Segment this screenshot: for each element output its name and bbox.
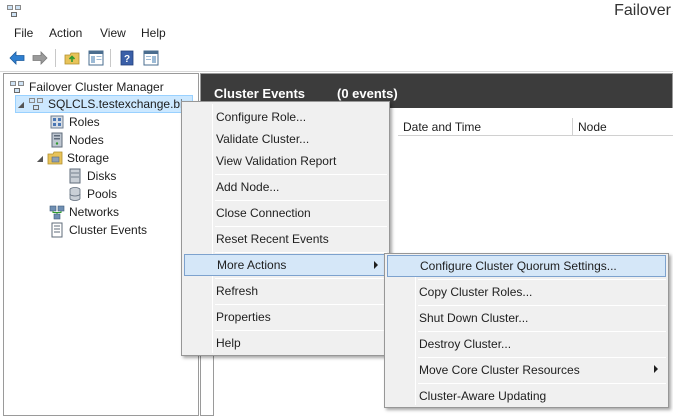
menu-separator [215,174,387,175]
menu-item-configure-quorum[interactable]: Configure Cluster Quorum Settings... [387,255,666,277]
menu-item-cluster-aware-updating[interactable]: Cluster-Aware Updating [387,385,666,407]
tree-item-label: Cluster Events [69,223,148,237]
storage-folder-icon [47,151,63,165]
window-title: Failover [614,2,671,19]
roles-icon [50,115,64,129]
title-bar: Failover [0,0,673,24]
forward-icon [32,51,48,65]
column-header-node[interactable]: Node [573,118,673,136]
toolbar-separator [110,49,111,67]
collapse-arrow-icon[interactable]: ◢ [16,100,26,109]
tree-item-nodes[interactable]: Nodes [49,131,104,149]
tree-item-failover-cluster-manager[interactable]: Failover Cluster Manager [9,78,164,96]
menu-item-label: Move Core Cluster Resources [419,363,580,377]
forward-button[interactable] [30,48,50,68]
collapse-arrow-icon[interactable]: ◢ [35,154,45,163]
menu-separator [418,331,666,332]
menu-file[interactable]: File [14,26,33,40]
menu-separator [215,252,387,253]
tree-item-label: Storage [67,151,110,165]
toolbar: ? [0,44,673,72]
menu-separator [215,200,387,201]
menu-item-view-validation-report[interactable]: View Validation Report [184,150,387,172]
menu-bar: File Action View Help [0,24,673,44]
back-button[interactable] [7,48,27,68]
tree-item-cluster[interactable]: ◢ SQLCLS.testexchange.biz [15,95,193,113]
cluster-events-icon [51,222,63,238]
menu-item-shut-down-cluster[interactable]: Shut Down Cluster... [387,307,666,329]
pane-title: Cluster Events [214,86,306,101]
menu-gutter [415,256,416,405]
menu-item-refresh[interactable]: Refresh [184,280,387,302]
tree-item-networks[interactable]: Networks [49,203,119,221]
menu-separator [418,357,666,358]
submenu-arrow-icon [654,365,658,373]
tree-item-label: Pools [87,187,118,201]
navigation-tree: Failover Cluster Manager ◢ SQLCLS.testex… [3,73,199,416]
disks-icon [69,168,81,184]
help-icon: ? [120,50,134,66]
menu-help[interactable]: Help [141,26,166,40]
networks-icon [49,205,65,220]
event-count: (0 events) [337,86,398,101]
failover-cluster-manager-icon [10,81,24,93]
menu-item-configure-role[interactable]: Configure Role... [184,106,387,128]
pools-icon [69,187,81,201]
cluster-icon [29,98,43,110]
menu-item-copy-cluster-roles[interactable]: Copy Cluster Roles... [387,281,666,303]
menu-item-help[interactable]: Help [184,332,387,354]
menu-item-more-actions[interactable]: More Actions [184,254,387,276]
tree-item-label: Nodes [69,133,104,147]
menu-item-reset-recent-events[interactable]: Reset Recent Events [184,228,387,250]
tree-item-storage[interactable]: ◢ Storage [35,149,109,167]
show-hide-tree-button[interactable] [86,48,106,68]
menu-action[interactable]: Action [49,26,82,40]
menu-item-destroy-cluster[interactable]: Destroy Cluster... [387,333,666,355]
menu-item-move-core-cluster-resources[interactable]: Move Core Cluster Resources [387,359,666,381]
show-hide-action-pane-button[interactable] [141,48,161,68]
tree-item-label: Disks [87,169,117,183]
menu-separator [215,330,387,331]
up-folder-icon [64,52,80,65]
menu-item-add-node[interactable]: Add Node... [184,176,387,198]
tree-item-disks[interactable]: Disks [67,167,116,185]
up-one-level-button[interactable] [62,48,82,68]
menu-view[interactable]: View [100,26,126,40]
menu-item-label: More Actions [217,258,287,272]
tree-item-label: SQLCLS.testexchange.biz [48,97,189,111]
submenu-arrow-icon [374,261,378,269]
failover-cluster-app-icon[interactable] [6,4,22,19]
svg-text:?: ? [124,54,130,65]
menu-separator [215,226,387,227]
menu-item-close-connection[interactable]: Close Connection [184,202,387,224]
menu-separator [215,278,387,279]
back-icon [9,51,25,65]
help-button[interactable]: ? [117,48,137,68]
menu-separator [418,383,666,384]
menu-item-validate-cluster[interactable]: Validate Cluster... [184,128,387,150]
tree-item-pools[interactable]: Pools [67,185,117,203]
nodes-icon [51,132,63,148]
context-menu: Configure Role... Validate Cluster... Vi… [181,101,390,356]
show-hide-action-pane-icon [143,50,159,66]
tree-item-label: Failover Cluster Manager [29,80,164,94]
menu-separator [215,304,387,305]
more-actions-submenu: Configure Cluster Quorum Settings... Cop… [384,253,669,408]
menu-separator [418,279,666,280]
menu-separator [418,305,666,306]
tree-item-roles[interactable]: Roles [49,113,100,131]
tree-item-label: Networks [69,205,120,219]
menu-item-properties[interactable]: Properties [184,306,387,328]
tree-item-label: Roles [69,115,100,129]
toolbar-separator [55,49,56,67]
show-hide-tree-icon [88,50,104,66]
column-header-date-time[interactable]: Date and Time [398,118,573,136]
tree-item-cluster-events[interactable]: Cluster Events [49,221,147,239]
